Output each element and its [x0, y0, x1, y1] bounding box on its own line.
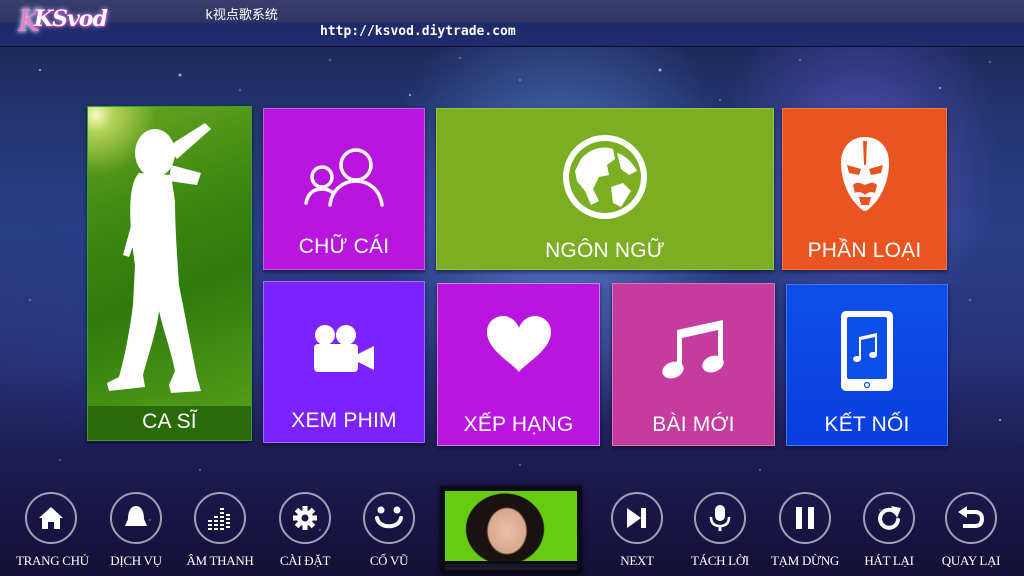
globe-icon: [563, 135, 647, 219]
home-button[interactable]: TRANG CHỦ: [16, 492, 89, 569]
tile-singer-label: CA SĨ: [142, 410, 197, 433]
next-label: NEXT: [620, 553, 654, 568]
tile-new-songs-label: BÀI MỚI: [652, 413, 735, 436]
video-preview[interactable]: [440, 486, 582, 574]
replay-label: HÁT LẠI: [864, 553, 914, 568]
sound-button[interactable]: ÂM THANH: [185, 492, 255, 569]
app-title: k视点歌系统: [205, 8, 278, 23]
replay-button[interactable]: HÁT LẠI: [854, 492, 924, 569]
tile-letters[interactable]: CHỮ CÁI: [263, 108, 425, 270]
video-camera-icon: [314, 325, 374, 372]
cheer-label: CỔ VŨ: [369, 553, 409, 568]
service-label: DỊCH VỤ: [110, 553, 162, 568]
users-icon: [304, 148, 384, 207]
equalizer-icon: [208, 508, 230, 530]
pause-icon: [796, 507, 814, 529]
tile-connect[interactable]: KẾT NỐI: [786, 284, 948, 446]
separate-vocal-button[interactable]: TÁCH LỜI: [685, 492, 755, 569]
music-note-icon: [661, 320, 724, 379]
video-preview-progress: [445, 564, 577, 570]
replay-icon: [878, 506, 901, 530]
header-bar: K KSvod k视点歌系统 http://ksvod.diytrade.com: [0, 0, 1024, 47]
tile-language-label: NGÔN NGỮ: [545, 239, 665, 262]
pause-button[interactable]: TẠM DỪNG: [770, 492, 840, 569]
tile-letters-label: CHỮ CÁI: [298, 235, 390, 258]
video-preview-thumbnail: [445, 491, 577, 561]
phone-music-icon: [841, 311, 893, 391]
bell-icon: [125, 506, 147, 526]
next-button[interactable]: NEXT: [602, 492, 672, 569]
back-button[interactable]: QUAY LẠI: [936, 492, 1006, 569]
back-icon: [958, 506, 985, 528]
back-label: QUAY LẠI: [941, 553, 1001, 568]
settings-button[interactable]: CÀI ĐẶT: [270, 492, 340, 569]
tile-connect-label: KẾT NỐI: [824, 413, 910, 436]
separate-vocal-label: TÁCH LỜI: [691, 553, 749, 568]
tile-movies-label: XEM PHIM: [291, 409, 397, 432]
singer-silhouette-icon: [106, 123, 211, 393]
microphone-icon: [709, 505, 731, 531]
home-icon: [39, 507, 63, 529]
settings-label: CÀI ĐẶT: [279, 553, 331, 568]
home-label: TRANG CHỦ: [16, 553, 89, 568]
tile-category-label: PHẦN LOẠI: [807, 239, 922, 262]
app-url: http://ksvod.diytrade.com: [320, 24, 516, 39]
tile-ranking-label: XẾP HẠNG: [463, 413, 574, 436]
tile-new-songs[interactable]: BÀI MỚI: [612, 283, 775, 446]
skip-next-icon: [627, 508, 646, 528]
service-button[interactable]: DỊCH VỤ: [101, 492, 171, 569]
tile-ranking[interactable]: XẾP HẠNG: [437, 283, 600, 446]
pause-label: TẠM DỪNG: [771, 553, 839, 568]
tile-category[interactable]: PHẦN LOẠI: [782, 108, 947, 270]
heart-icon: [486, 316, 551, 372]
smiley-icon: [375, 506, 403, 529]
gear-icon: [293, 506, 317, 530]
tile-movies[interactable]: XEM PHIM: [263, 281, 425, 443]
sound-label: ÂM THANH: [186, 553, 254, 568]
ksvod-logo: K KSvod: [18, 4, 108, 39]
cheer-button[interactable]: CỔ VŨ: [354, 492, 424, 569]
tile-language[interactable]: NGÔN NGỮ: [436, 108, 774, 270]
opera-mask-icon: [840, 137, 889, 211]
tile-singer[interactable]: CA SĨ: [87, 106, 252, 441]
